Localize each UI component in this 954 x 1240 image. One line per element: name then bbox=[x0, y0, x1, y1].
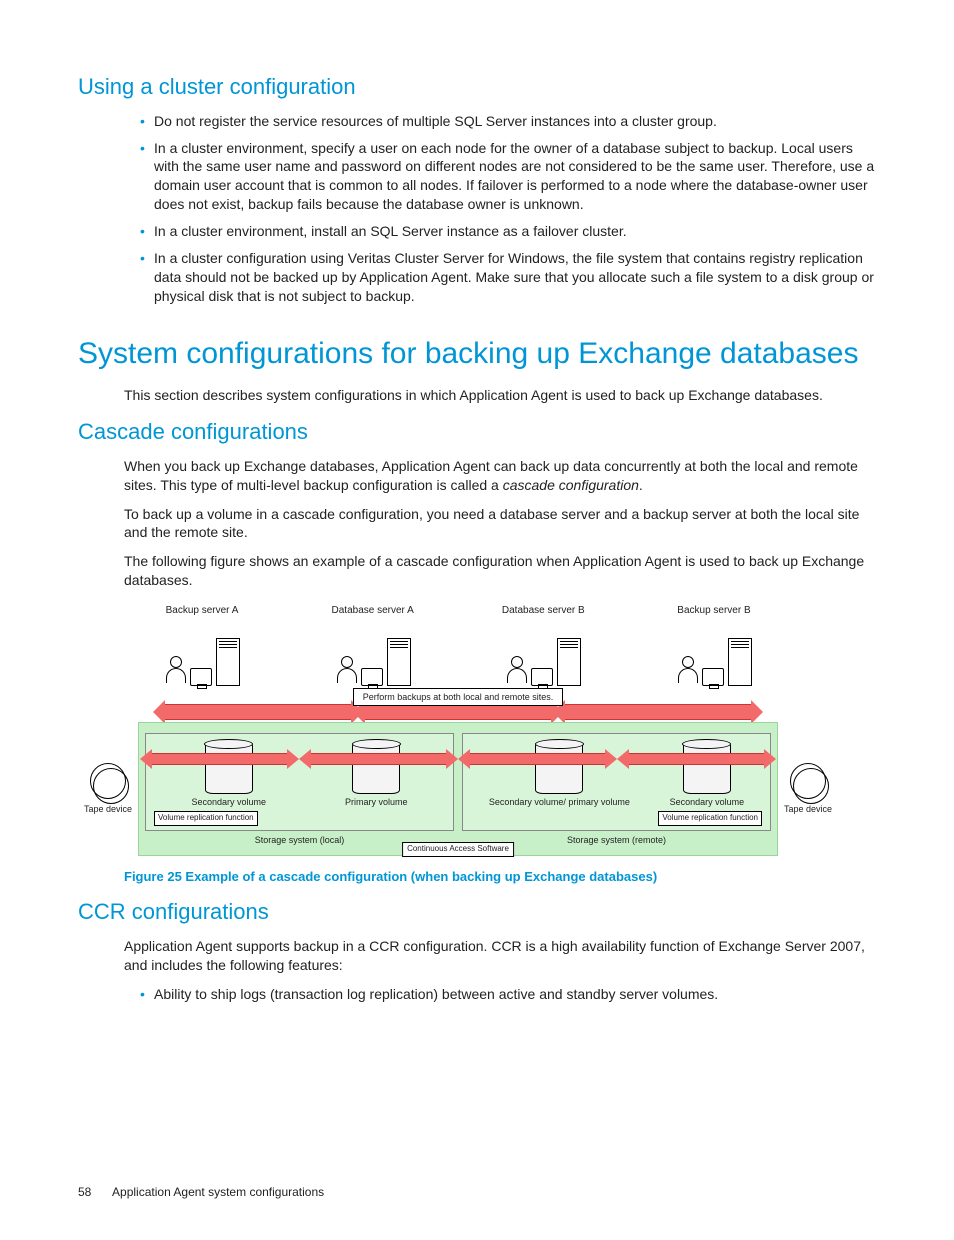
volrep-label: Volume replication function bbox=[658, 811, 762, 826]
cylinder-icon bbox=[683, 742, 731, 794]
server-icon bbox=[216, 638, 240, 686]
person-icon bbox=[505, 656, 527, 686]
footer-title: Application Agent system configurations bbox=[112, 1185, 324, 1199]
monitor-icon bbox=[702, 668, 724, 686]
volume-label: Secondary volume bbox=[191, 798, 266, 808]
heading-cascade: Cascade configurations bbox=[78, 417, 876, 447]
text-span: . bbox=[639, 477, 643, 493]
monitor-icon bbox=[361, 668, 383, 686]
server-icon bbox=[557, 638, 581, 686]
monitor-icon bbox=[531, 668, 553, 686]
paragraph-cascade-1: When you back up Exchange databases, App… bbox=[124, 457, 876, 495]
server-icon bbox=[728, 638, 752, 686]
storage-remote: Secondary volume/ primary volume Seconda… bbox=[462, 733, 771, 831]
diagram-perform-box: Perform backups at both local and remote… bbox=[353, 688, 563, 706]
list-item: In a cluster configuration using Veritas… bbox=[140, 249, 876, 306]
ccr-bullet-list: Ability to ship logs (transaction log re… bbox=[78, 985, 876, 1004]
figure-cascade-diagram: Backup server A Database server A Databa… bbox=[138, 604, 778, 856]
tape-label: Tape device bbox=[84, 803, 132, 815]
red-arrow-icon bbox=[628, 753, 765, 765]
list-item: Do not register the service resources of… bbox=[140, 112, 876, 131]
cylinder-icon bbox=[535, 742, 583, 794]
heading-system-configurations: System configurations for backing up Exc… bbox=[78, 334, 876, 375]
volume-label: Secondary volume/ primary volume bbox=[489, 798, 630, 808]
diagram-label: Backup server B bbox=[654, 604, 774, 618]
diagram-label: Database server A bbox=[313, 604, 433, 618]
cylinder-icon bbox=[352, 742, 400, 794]
heading-using-cluster: Using a cluster configuration bbox=[78, 72, 876, 102]
tape-icon bbox=[90, 763, 126, 799]
red-arrow-icon bbox=[364, 704, 552, 720]
red-arrow-icon bbox=[151, 753, 288, 765]
monitor-icon bbox=[190, 668, 212, 686]
list-item: Ability to ship logs (transaction log re… bbox=[140, 985, 876, 1004]
page-number: 58 bbox=[78, 1184, 91, 1200]
person-icon bbox=[164, 656, 186, 686]
red-arrow-icon bbox=[164, 704, 352, 720]
diagram-label: Database server B bbox=[483, 604, 603, 618]
page-footer: 58 Application Agent system configuratio… bbox=[78, 1184, 876, 1200]
storage-local: Secondary volume Primary volume Volume r… bbox=[145, 733, 454, 831]
red-arrow-icon bbox=[469, 753, 606, 765]
heading-ccr: CCR configurations bbox=[78, 897, 876, 927]
paragraph-cascade-3: The following figure shows an example of… bbox=[124, 552, 876, 590]
volume-label: Secondary volume bbox=[670, 798, 745, 808]
volume-label: Primary volume bbox=[345, 798, 408, 808]
continuous-access-label: Continuous Access Software bbox=[402, 842, 514, 857]
paragraph-sys-intro: This section describes system configurat… bbox=[124, 386, 876, 405]
paragraph-ccr-1: Application Agent supports backup in a C… bbox=[124, 937, 876, 975]
server-icon bbox=[387, 638, 411, 686]
volrep-label: Volume replication function bbox=[154, 811, 258, 826]
text-italic: cascade configuration bbox=[503, 477, 639, 493]
list-item: In a cluster environment, specify a user… bbox=[140, 139, 876, 215]
tape-label: Tape device bbox=[784, 803, 832, 815]
paragraph-cascade-2: To back up a volume in a cascade configu… bbox=[124, 505, 876, 543]
tape-icon bbox=[790, 763, 826, 799]
text-span: When you back up Exchange databases, App… bbox=[124, 458, 858, 493]
person-icon bbox=[335, 656, 357, 686]
figure-caption: Figure 25 Example of a cascade configura… bbox=[124, 868, 876, 886]
red-arrow-icon bbox=[310, 753, 447, 765]
red-arrow-icon bbox=[564, 704, 752, 720]
list-item: In a cluster environment, install an SQL… bbox=[140, 222, 876, 241]
storage-zone: Tape device Tape device Secondary volume bbox=[138, 722, 778, 856]
cylinder-icon bbox=[205, 742, 253, 794]
diagram-label: Backup server A bbox=[142, 604, 262, 618]
person-icon bbox=[676, 656, 698, 686]
cluster-bullet-list: Do not register the service resources of… bbox=[78, 112, 876, 306]
